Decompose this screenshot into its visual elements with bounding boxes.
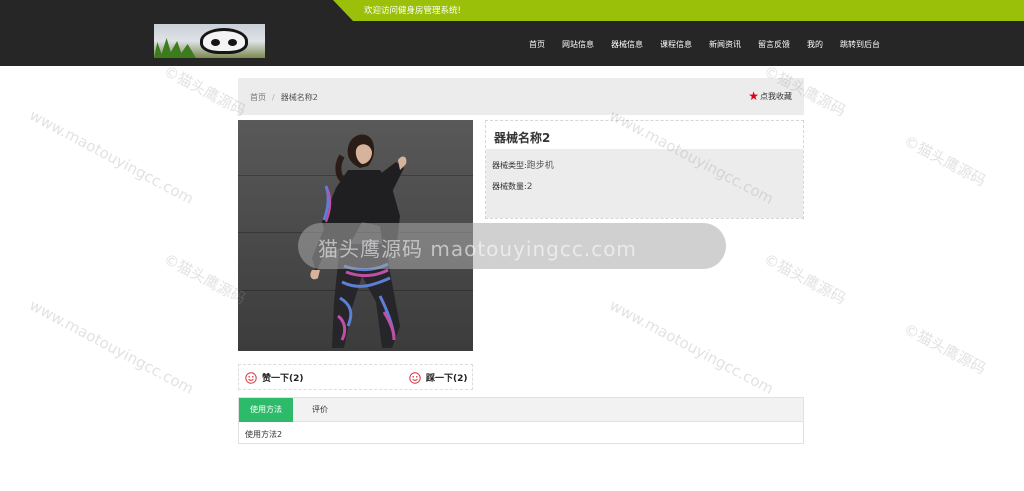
- nav-site-info[interactable]: 网站信息: [562, 39, 594, 50]
- equipment-type-row: 器械类型:跑步机: [492, 158, 554, 171]
- watermark-tile: www.maotouyingcc.com: [606, 296, 777, 398]
- nav-equipment[interactable]: 器械信息: [611, 39, 643, 50]
- nav-news[interactable]: 新闻资讯: [709, 39, 741, 50]
- watermark-banner-text: 猫头鹰源码 maotouyingcc.com: [318, 237, 637, 261]
- product-title: 器械名称2: [494, 131, 551, 145]
- equipment-type-value: 跑步机: [526, 161, 554, 171]
- watermark-tile: www.maotouyingcc.com: [26, 296, 197, 398]
- watermark-tile: ©猫头鹰源码: [900, 319, 989, 379]
- site-logo[interactable]: [154, 24, 265, 58]
- watermark-tile: ©猫头鹰源码: [900, 131, 989, 191]
- welcome-text: 欢迎访问健身房管理系统!: [364, 6, 461, 16]
- main-nav: 首页 网站信息 器械信息 课程信息 新闻资讯 留言反馈 我的 跳转到后台: [512, 39, 880, 50]
- logo-panda-eye: [228, 39, 237, 46]
- logo-grass: [154, 38, 196, 58]
- logo-panda-eye: [211, 39, 220, 46]
- breadcrumb-current: 器械名称2: [280, 93, 318, 102]
- dislike-label: 踩一下(2): [426, 374, 468, 384]
- detail-tabs: 使用方法 评价 使用方法2: [238, 397, 804, 444]
- nav-mine[interactable]: 我的: [807, 39, 823, 50]
- watermark-tile: ©猫头鹰源码: [760, 249, 849, 309]
- product-details: 器械类型:跑步机 器械数量:2: [486, 149, 803, 218]
- dislike-button[interactable]: 踩一下(2): [409, 371, 468, 384]
- tab-content: 使用方法2: [245, 430, 283, 439]
- equipment-count-value: 2: [526, 182, 533, 192]
- tab-usage[interactable]: 使用方法: [239, 398, 293, 422]
- product-info-panel: 器械名称2 器械类型:跑步机 器械数量:2: [485, 120, 804, 219]
- nav-courses[interactable]: 课程信息: [660, 39, 692, 50]
- nav-feedback[interactable]: 留言反馈: [758, 39, 790, 50]
- breadcrumb-bar: 首页 / 器械名称2 ★ 点我收藏: [238, 78, 804, 115]
- breadcrumb-separator: /: [272, 93, 275, 102]
- equipment-type-label: 器械类型:: [492, 161, 527, 170]
- like-button[interactable]: 赞一下(2): [245, 371, 304, 384]
- watermark-tile: www.maotouyingcc.com: [26, 106, 197, 208]
- breadcrumb-home[interactable]: 首页: [250, 93, 266, 102]
- nav-home[interactable]: 首页: [529, 39, 545, 50]
- watermark-tile: ©猫头鹰源码: [160, 61, 249, 121]
- equipment-count-label: 器械数量:: [492, 182, 527, 191]
- star-icon: ★: [748, 89, 759, 103]
- watermark-tile: ©猫头鹰源码: [160, 249, 249, 309]
- breadcrumb: 首页 / 器械名称2: [250, 92, 318, 103]
- smile-icon: [409, 371, 421, 384]
- favorite-label: 点我收藏: [760, 91, 792, 101]
- smile-icon: [245, 371, 257, 384]
- logo-panda: [200, 28, 248, 54]
- like-label: 赞一下(2): [262, 374, 304, 384]
- tab-reviews[interactable]: 评价: [301, 398, 339, 422]
- site-header: 欢迎访问健身房管理系统! 首页 网站信息 器械信息 课程信息 新闻资讯 留言反馈…: [0, 0, 1024, 66]
- favorite-button[interactable]: ★ 点我收藏: [748, 90, 792, 102]
- vote-box: 赞一下(2) 踩一下(2): [238, 364, 473, 390]
- page: 欢迎访问健身房管理系统! 首页 网站信息 器械信息 课程信息 新闻资讯 留言反馈…: [0, 0, 1024, 491]
- equipment-count-row: 器械数量:2: [492, 181, 532, 192]
- tab-bar: 使用方法 评价: [239, 398, 803, 422]
- nav-admin[interactable]: 跳转到后台: [840, 39, 880, 50]
